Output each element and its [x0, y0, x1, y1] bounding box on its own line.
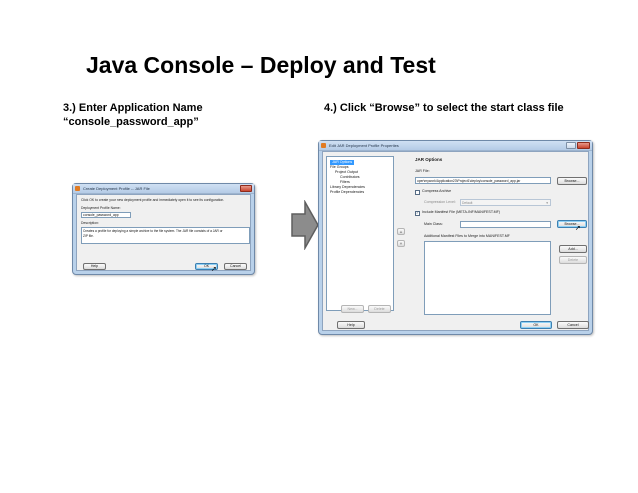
- jar-file-label: JAR File:: [415, 169, 430, 173]
- arrow-shape: [291, 200, 319, 250]
- compression-level-value: Default: [462, 201, 473, 205]
- step-3-instruction: 3.) Enter Application Name “console_pass…: [63, 101, 203, 129]
- edit-dialog-title: Edit JAR Deployment Profile Properties: [329, 143, 399, 148]
- ok-button[interactable]: OK: [520, 321, 552, 329]
- profile-name-label: Deployment Profile Name:: [81, 206, 121, 210]
- profile-name-input[interactable]: console_password_app: [81, 212, 131, 218]
- tree-item-profile-dependencies[interactable]: Profile Dependencies: [330, 190, 364, 195]
- additional-manifest-list[interactable]: [424, 241, 551, 315]
- step-3-line-1: 3.) Enter Application Name: [63, 102, 203, 114]
- additional-manifest-label: Additional Manifest Files to Merge into …: [424, 234, 510, 238]
- create-dialog-titlebar: Create Deployment Profile -- JAR File: [73, 184, 254, 194]
- navigation-tree: JAR Options File Groups Project Output C…: [326, 156, 394, 311]
- compress-archive-label: Compress Archive: [422, 189, 452, 193]
- main-class-input[interactable]: [460, 221, 551, 228]
- delete-manifest-button[interactable]: Delete: [559, 256, 587, 264]
- browse-main-class-button[interactable]: Browse...: [557, 220, 587, 228]
- step-4-instruction: 4.) Click “Browse” to select the start c…: [324, 102, 564, 114]
- create-dialog-instruction: Click OK to create your new deployment p…: [81, 198, 225, 202]
- app-icon: [321, 143, 326, 148]
- cancel-button[interactable]: Cancel: [224, 263, 247, 270]
- mouse-cursor-icon: ➚: [211, 266, 217, 273]
- description-text-area: Creates a profile for deploying a simple…: [81, 227, 250, 244]
- app-icon: [75, 186, 80, 191]
- create-dialog-title: Create Deployment Profile -- JAR File: [83, 186, 150, 191]
- move-up-button[interactable]: ▲: [397, 228, 405, 235]
- close-icon[interactable]: [240, 185, 252, 192]
- edit-dialog-titlebar: Edit JAR Deployment Profile Properties: [319, 141, 592, 151]
- chevron-down-icon: ▾: [546, 201, 548, 205]
- help-button[interactable]: Help: [337, 321, 365, 329]
- create-dialog-body: Click OK to create your new deployment p…: [76, 194, 251, 273]
- add-button[interactable]: Add...: [559, 245, 587, 253]
- description-label: Description:: [81, 221, 99, 225]
- maximize-icon[interactable]: [566, 142, 576, 149]
- step-3-line-2: “console_password_app”: [63, 116, 199, 128]
- new-profile-button[interactable]: New...: [341, 305, 364, 313]
- edit-dialog-body: JAR Options File Groups Project Output C…: [322, 151, 589, 331]
- compress-archive-checkbox[interactable]: [415, 190, 420, 195]
- help-button[interactable]: Help: [83, 263, 106, 270]
- right-arrow-icon: [291, 200, 319, 250]
- include-manifest-checkbox[interactable]: [415, 210, 420, 216]
- jar-file-input[interactable]: oper\mywork\Application23\Project1\deplo…: [415, 177, 551, 184]
- description-text-line-2: ZIP file.: [83, 233, 94, 238]
- close-icon[interactable]: [577, 142, 590, 149]
- cancel-button[interactable]: Cancel: [557, 321, 589, 329]
- browse-jar-button[interactable]: Browse...: [557, 177, 587, 185]
- create-deployment-profile-dialog: Create Deployment Profile -- JAR File Cl…: [72, 183, 255, 275]
- main-class-label: Main Class:: [424, 222, 443, 226]
- compression-level-select[interactable]: Default ▾: [460, 199, 551, 206]
- move-down-button[interactable]: ▼: [397, 240, 405, 247]
- compression-level-label: Compression Level:: [424, 200, 456, 204]
- section-title: JAR Options: [415, 157, 443, 162]
- delete-profile-button[interactable]: Delete: [368, 305, 391, 313]
- edit-jar-profile-dialog: Edit JAR Deployment Profile Properties J…: [318, 140, 593, 335]
- mouse-cursor-icon: ➚: [575, 225, 581, 232]
- include-manifest-label: Include Manifest File (META-INF/MANIFEST…: [422, 210, 501, 214]
- slide-title: Java Console – Deploy and Test: [86, 52, 436, 78]
